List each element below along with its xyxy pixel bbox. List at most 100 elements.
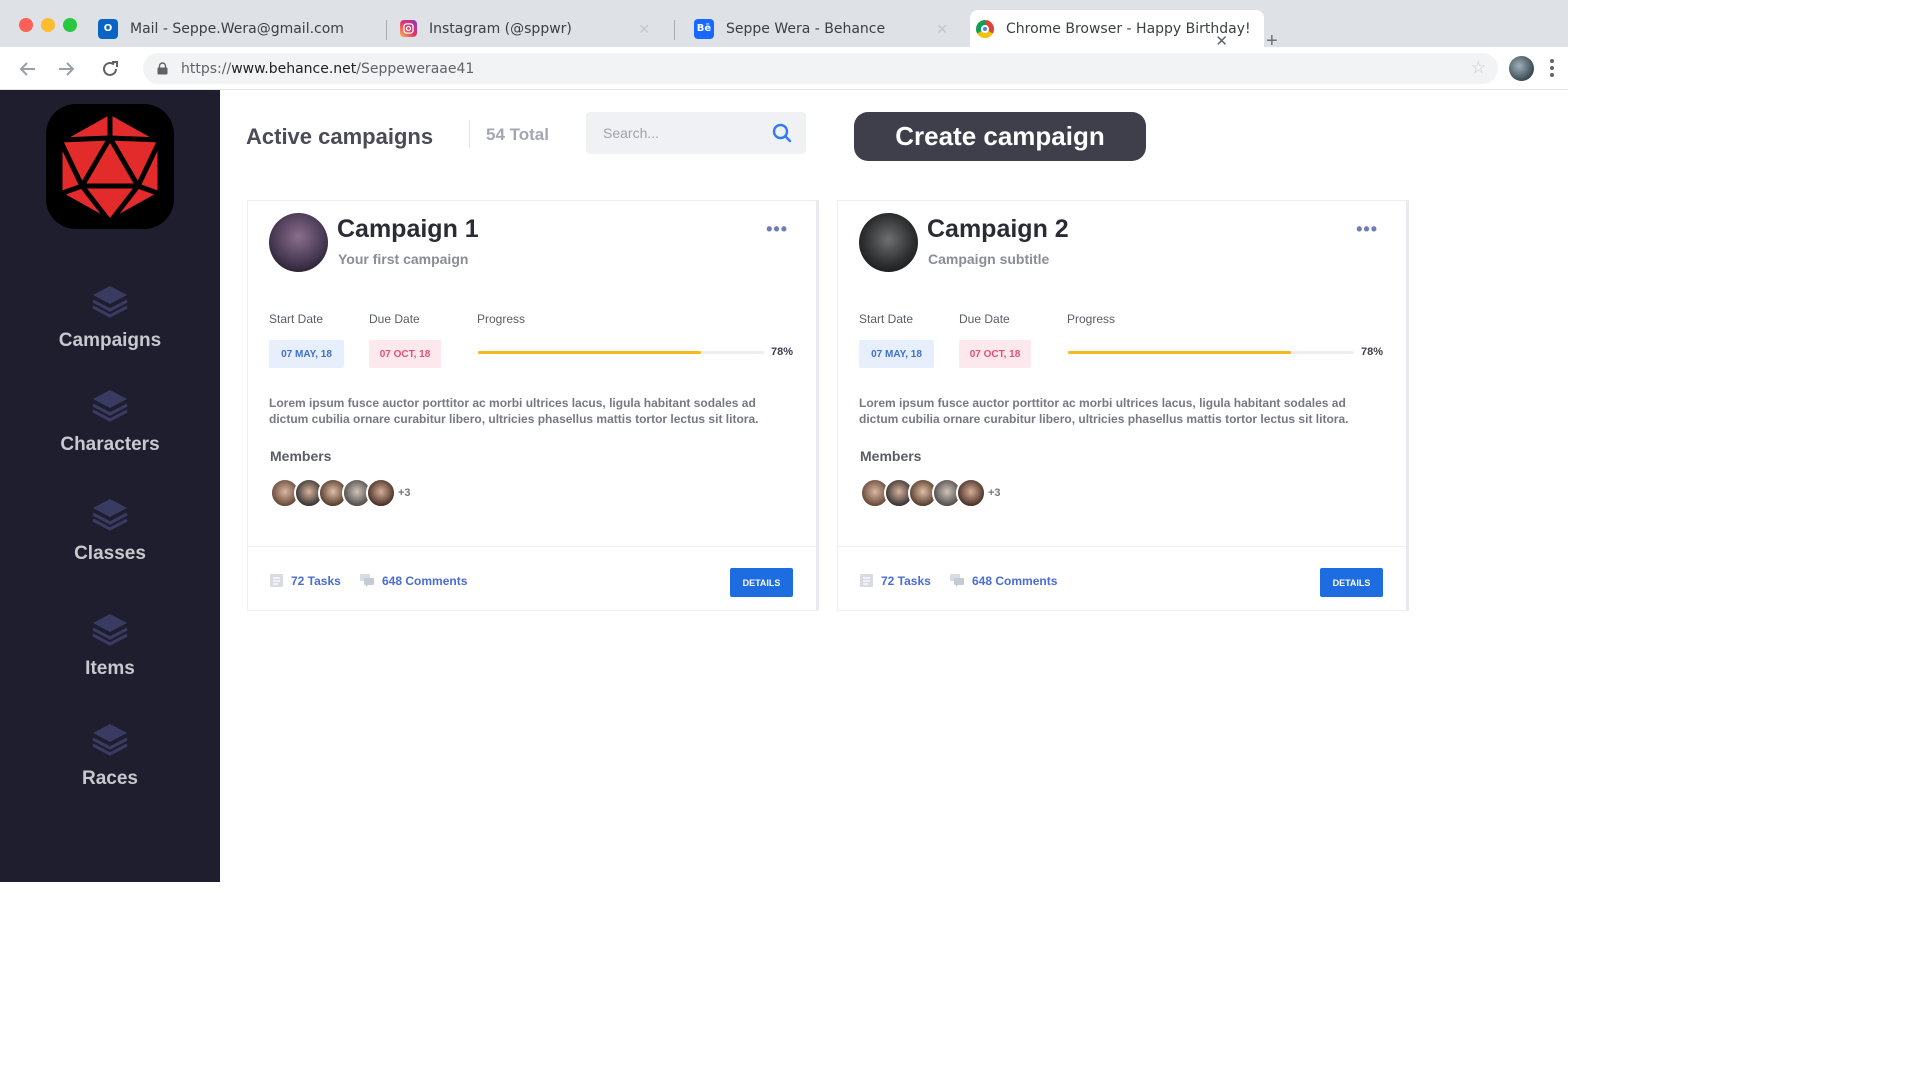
start-date-label: Start Date (859, 312, 914, 326)
browser-toolbar: https://www.behance.net/Seppeweraae41 ☆ (0, 47, 1568, 90)
member-avatar[interactable] (956, 478, 986, 508)
close-window-button[interactable] (19, 18, 33, 32)
outlook-icon: O (98, 18, 118, 39)
sidebar-item-label: Races (82, 768, 138, 789)
campaign-subtitle: Your first campaign (338, 251, 469, 267)
tab-title: Mail - Seppe.Wera@gmail.com (130, 20, 344, 37)
more-options-icon[interactable]: ••• (766, 219, 788, 240)
sidebar-item-classes[interactable]: Classes (0, 495, 220, 565)
comments-count[interactable]: 648 Comments (949, 573, 1057, 588)
campaign-total-count: 54 Total (486, 125, 549, 144)
members-label: Members (270, 448, 332, 464)
tasks-count[interactable]: 72 Tasks (269, 573, 341, 588)
more-options-icon[interactable]: ••• (1356, 219, 1378, 240)
card-divider (838, 546, 1407, 547)
search-placeholder: Search... (603, 125, 660, 141)
more-members-count[interactable]: +3 (398, 487, 411, 499)
tasks-label: 72 Tasks (291, 573, 341, 588)
close-tab-icon[interactable]: ✕ (936, 22, 948, 38)
page-title: Active campaigns (246, 124, 434, 149)
create-campaign-button[interactable]: Create campaign (854, 112, 1146, 161)
behance-icon: Bē (694, 18, 714, 39)
reload-button[interactable] (96, 55, 124, 83)
due-date-badge: 07 OCT, 18 (369, 340, 441, 368)
due-date-label: Due Date (959, 312, 1010, 326)
arrow-left-icon (19, 62, 35, 76)
layers-icon (92, 614, 128, 646)
details-button[interactable]: DETAILS (1320, 568, 1383, 597)
browser-tab-instagram[interactable]: Instagram (@sppwr) ✕ (400, 10, 670, 47)
tab-title: Chrome Browser - Happy Birthday! (1006, 20, 1251, 37)
main-content: Active campaigns 54 Total Search... Crea… (220, 90, 1568, 882)
menu-kebab-icon[interactable] (1548, 59, 1556, 77)
back-button[interactable] (14, 55, 42, 83)
progress-label: Progress (477, 312, 526, 326)
progress-fill (478, 351, 702, 354)
chrome-icon (976, 19, 994, 38)
browser-tab-behance[interactable]: Bē Seppe Wera - Behance ✕ (694, 10, 968, 47)
close-tab-icon[interactable]: ✕ (638, 22, 650, 38)
tab-separator (386, 20, 387, 40)
tab-title: Seppe Wera - Behance (726, 20, 886, 37)
details-button[interactable]: DETAILS (730, 568, 793, 597)
sidebar-item-label: Items (85, 658, 135, 679)
campaign-title[interactable]: Campaign 2 (927, 215, 1069, 244)
sidebar-item-label: Campaigns (58, 330, 162, 351)
start-date-badge: 07 MAY, 18 (859, 340, 934, 368)
tasks-label: 72 Tasks (881, 573, 931, 588)
forward-button[interactable] (52, 55, 80, 83)
d20-logo[interactable] (46, 104, 174, 229)
layers-icon (92, 724, 128, 756)
document-icon (270, 574, 283, 587)
url-prefix: https:// (181, 60, 232, 77)
campaign-description: Lorem ipsum fusce auctor porttitor ac mo… (269, 396, 759, 426)
layers-icon (92, 390, 128, 422)
url-path: /Seppeweraae41 (356, 60, 475, 77)
member-avatar[interactable] (366, 478, 396, 508)
arrow-right-icon (59, 62, 75, 76)
search-input[interactable]: Search... (586, 112, 806, 154)
progress-label: Progress (1067, 312, 1116, 326)
bookmark-star-icon[interactable]: ☆ (1471, 58, 1486, 78)
sidebar-item-campaigns[interactable]: Campaigns (0, 282, 220, 352)
member-avatars: +3 (270, 476, 411, 510)
campaign-subtitle: Campaign subtitle (928, 251, 1050, 267)
sidebar-item-characters[interactable]: Characters (0, 386, 220, 456)
start-date-label: Start Date (269, 312, 324, 326)
tab-title: Instagram (@sppwr) (429, 20, 572, 37)
sidebar-item-label: Characters (60, 434, 160, 455)
search-icon[interactable] (772, 123, 792, 143)
progress-bar (478, 351, 764, 354)
comments-label: 648 Comments (972, 573, 1058, 588)
comments-count[interactable]: 648 Comments (359, 573, 467, 588)
due-date-badge: 07 OCT, 18 (959, 340, 1031, 368)
campaign-title[interactable]: Campaign 1 (337, 215, 479, 244)
minimize-window-button[interactable] (41, 18, 55, 32)
maximize-window-button[interactable] (63, 18, 77, 32)
campaign-card: Campaign 1 Your first campaign ••• Start… (247, 200, 819, 611)
campaign-avatar[interactable] (269, 213, 328, 272)
progress-value: 78% (771, 346, 794, 358)
sidebar-item-races[interactable]: Races (0, 720, 220, 790)
tasks-count[interactable]: 72 Tasks (859, 573, 931, 588)
member-avatars: +3 (860, 476, 1001, 510)
start-date-badge: 07 MAY, 18 (269, 340, 344, 368)
tab-separator (674, 20, 675, 40)
document-icon (860, 574, 873, 587)
layers-icon (92, 286, 128, 318)
browser-tab-mail[interactable]: O Mail - Seppe.Wera@gmail.com (98, 10, 388, 47)
browser-tab-chrome[interactable]: Chrome Browser - Happy Birthday! ✕ (970, 10, 1264, 50)
progress-value: 78% (1361, 346, 1384, 358)
header-divider (469, 120, 470, 148)
members-label: Members (860, 448, 922, 464)
campaign-card: Campaign 2 Campaign subtitle ••• Start D… (837, 200, 1409, 611)
sidebar-item-items[interactable]: Items (0, 610, 220, 680)
reload-icon (103, 61, 118, 76)
profile-avatar[interactable] (1509, 56, 1534, 81)
address-bar[interactable]: https://www.behance.net/Seppeweraae41 ☆ (143, 53, 1498, 84)
browser-tab-strip: O Mail - Seppe.Wera@gmail.com Instagram … (0, 0, 1568, 52)
layers-icon (92, 499, 128, 531)
campaign-avatar[interactable] (859, 213, 918, 272)
campaign-description: Lorem ipsum fusce auctor porttitor ac mo… (859, 396, 1349, 426)
more-members-count[interactable]: +3 (988, 487, 1001, 499)
